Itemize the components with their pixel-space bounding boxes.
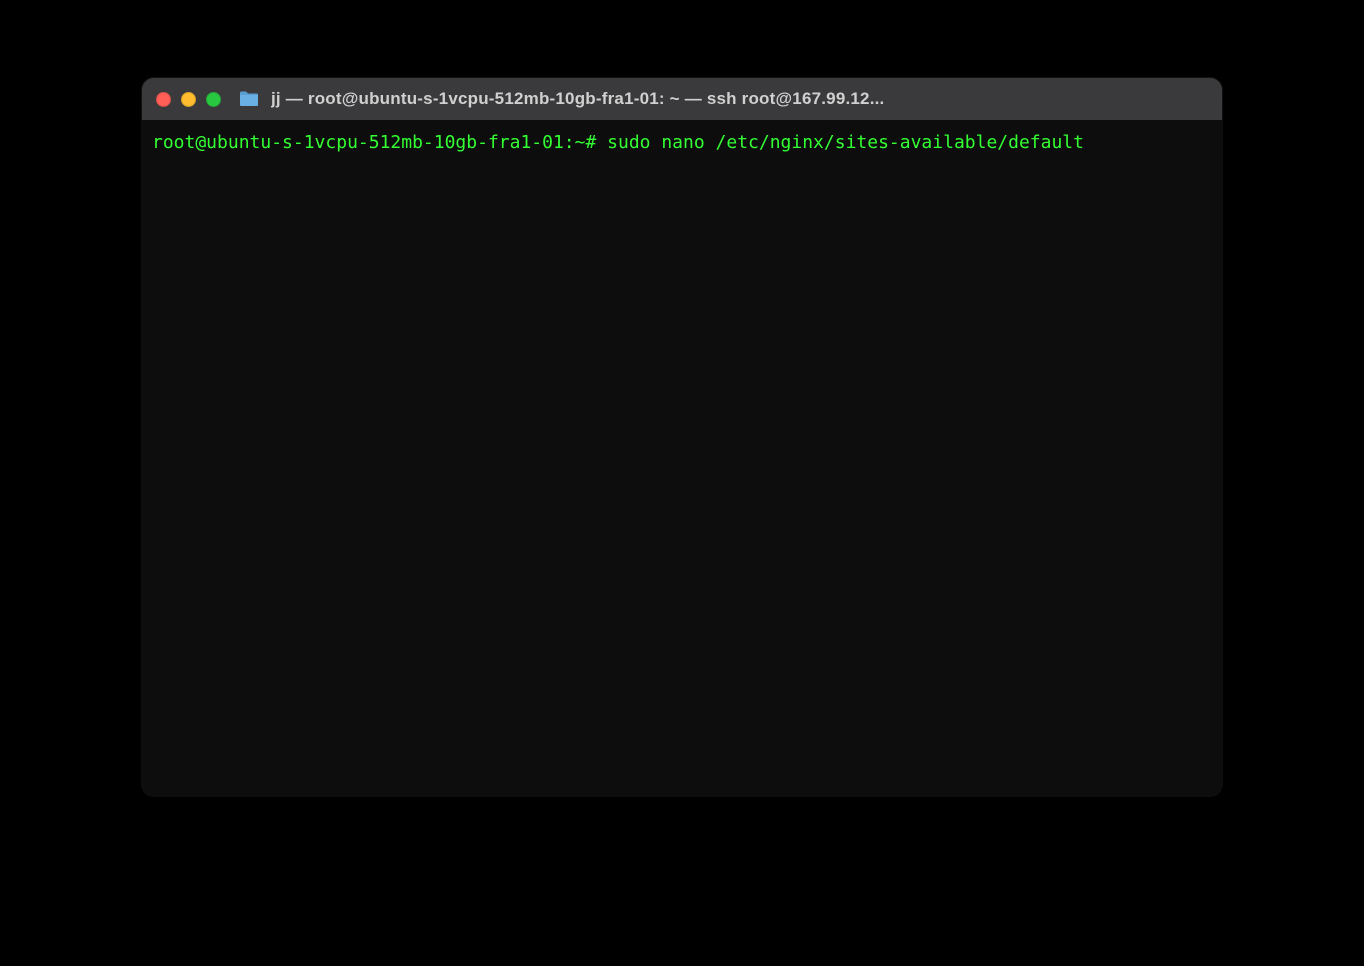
folder-icon bbox=[239, 91, 259, 107]
terminal-window: jj — root@ubuntu-s-1vcpu-512mb-10gb-fra1… bbox=[142, 78, 1222, 796]
traffic-lights bbox=[156, 92, 221, 107]
terminal-body[interactable]: root@ubuntu-s-1vcpu-512mb-10gb-fra1-01:~… bbox=[142, 120, 1222, 796]
window-titlebar[interactable]: jj — root@ubuntu-s-1vcpu-512mb-10gb-fra1… bbox=[142, 78, 1222, 120]
prompt-line: root@ubuntu-s-1vcpu-512mb-10gb-fra1-01:~… bbox=[152, 132, 1084, 153]
window-title: jj — root@ubuntu-s-1vcpu-512mb-10gb-fra1… bbox=[271, 89, 1208, 109]
maximize-button[interactable] bbox=[206, 92, 221, 107]
minimize-button[interactable] bbox=[181, 92, 196, 107]
close-button[interactable] bbox=[156, 92, 171, 107]
command-input[interactable]: sudo nano /etc/nginx/sites-available/def… bbox=[607, 132, 1084, 153]
shell-prompt: root@ubuntu-s-1vcpu-512mb-10gb-fra1-01:~… bbox=[152, 132, 607, 153]
